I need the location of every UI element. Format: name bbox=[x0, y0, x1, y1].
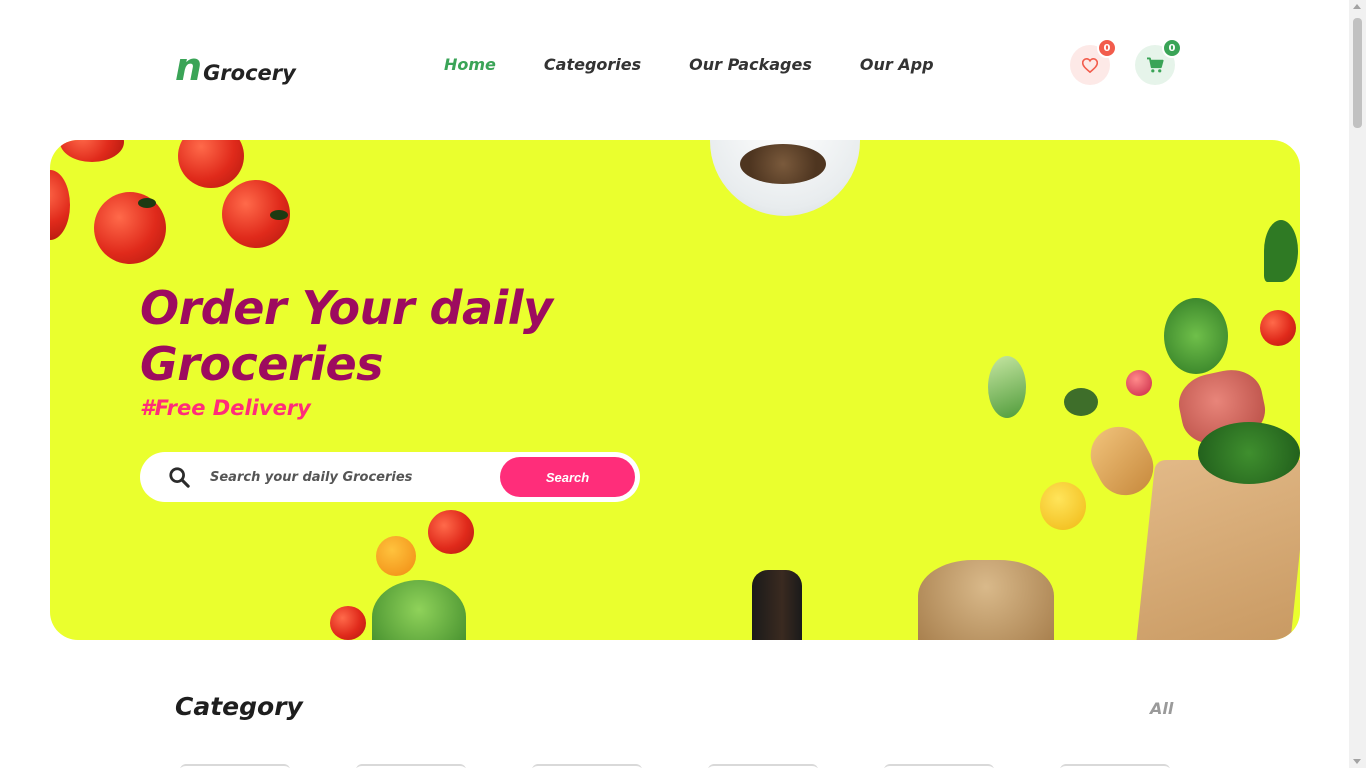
nav-link-our-packages[interactable]: Our Packages bbox=[689, 55, 812, 74]
tomato-image bbox=[60, 140, 124, 162]
yellow-pepper-image bbox=[1040, 482, 1086, 530]
category-card[interactable] bbox=[180, 764, 290, 768]
nav-link-categories[interactable]: Categories bbox=[544, 55, 641, 74]
brand-logo[interactable]: n Grocery bbox=[175, 48, 296, 86]
tomato-image bbox=[178, 140, 244, 188]
cart-button[interactable]: 0 bbox=[1135, 38, 1182, 85]
page-scrollbar[interactable] bbox=[1349, 0, 1366, 768]
tomato-image bbox=[222, 180, 290, 248]
lettuce-image bbox=[372, 580, 466, 640]
shopping-cart-icon bbox=[1147, 57, 1164, 73]
category-card[interactable] bbox=[708, 764, 818, 768]
main-nav: Home Categories Our Packages Our App bbox=[444, 55, 982, 74]
scrollbar-thumb[interactable] bbox=[1353, 18, 1362, 128]
avocado-image bbox=[1064, 388, 1098, 416]
herbs-image bbox=[1198, 422, 1300, 484]
tomato-image bbox=[94, 192, 166, 264]
tomato-image bbox=[330, 606, 366, 640]
cart-count-badge: 0 bbox=[1162, 38, 1182, 58]
hero-title-line-2: Groceries bbox=[140, 337, 384, 391]
grain-sack-image bbox=[918, 560, 1054, 640]
leek-image bbox=[988, 356, 1026, 418]
bread-image bbox=[1080, 416, 1164, 506]
category-card[interactable] bbox=[884, 764, 994, 768]
nav-link-home[interactable]: Home bbox=[444, 55, 496, 74]
wishlist-count-badge: 0 bbox=[1097, 38, 1117, 58]
grocery-bag-image bbox=[1136, 460, 1300, 640]
bottle-image bbox=[752, 570, 802, 640]
category-card[interactable] bbox=[532, 764, 642, 768]
broccoli-image bbox=[1164, 298, 1228, 374]
search-bar: Search bbox=[140, 452, 640, 502]
scroll-up-arrow-icon[interactable] bbox=[1353, 4, 1361, 9]
search-icon bbox=[140, 466, 200, 488]
category-card[interactable] bbox=[356, 764, 466, 768]
food-plate-image bbox=[710, 140, 860, 216]
heart-icon bbox=[1082, 57, 1098, 73]
hero-title-line-1: Order Your daily bbox=[140, 281, 553, 335]
tomato-image bbox=[1260, 310, 1296, 346]
category-section-title: Category bbox=[175, 692, 303, 721]
nav-link-our-app[interactable]: Our App bbox=[860, 55, 934, 74]
orange-pepper-image bbox=[376, 536, 416, 576]
leafy-green-image bbox=[1264, 220, 1298, 282]
hero-subtitle: #Free Delivery bbox=[140, 396, 311, 420]
brand-logo-name: Grocery bbox=[203, 61, 296, 85]
radish-image bbox=[1126, 370, 1152, 396]
brand-logo-mark: n bbox=[175, 45, 203, 89]
wishlist-button[interactable]: 0 bbox=[1070, 38, 1117, 85]
search-button[interactable]: Search bbox=[500, 457, 635, 497]
tomato-image bbox=[428, 510, 474, 554]
tomato-image bbox=[50, 170, 70, 240]
hero-banner: Order Your daily Groceries #Free Deliver… bbox=[50, 140, 1300, 640]
scroll-down-arrow-icon[interactable] bbox=[1353, 759, 1361, 764]
category-view-all-link[interactable]: All bbox=[1150, 699, 1173, 718]
hero-title: Order Your daily Groceries bbox=[140, 280, 553, 392]
category-card[interactable] bbox=[1060, 764, 1170, 768]
search-input[interactable] bbox=[210, 469, 500, 485]
